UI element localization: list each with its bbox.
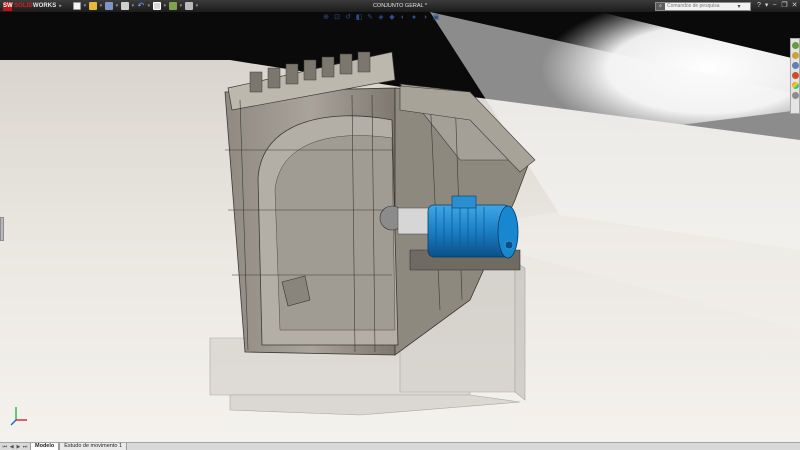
search-results-icon[interactable] (791, 72, 799, 79)
dynamic-annotation-icon[interactable]: ✎ (366, 14, 374, 22)
graphics-area[interactable]: ⊕ ⊡ ↺ ◧ ✎ ◈ ◆ ◐ ● ◑ ▣ (0, 12, 800, 442)
3d-scene (0, 12, 800, 442)
reference-triad (10, 407, 27, 426)
help-icon[interactable]: ? (757, 0, 761, 12)
quick-access-toolbar: ▾ ▾ ▾ ▾ ↶ ▾ ▾ ▾ ▾ (72, 2, 199, 10)
file-explorer-icon[interactable] (791, 62, 799, 69)
hide-show-icon[interactable]: ◐ (399, 14, 407, 22)
window-controls: − ❐ ✕ (771, 0, 798, 12)
print-dropdown-icon[interactable]: ▾ (131, 3, 135, 9)
design-library-icon[interactable] (791, 52, 799, 59)
new-document-button[interactable] (72, 2, 81, 10)
previous-view-icon[interactable]: ↺ (344, 14, 352, 22)
open-document-button[interactable] (88, 2, 97, 10)
solidworks-logo-text: SOLIDWORKS (14, 3, 57, 9)
task-pane (790, 38, 800, 114)
display-style-icon[interactable]: ◆ (388, 14, 396, 22)
next-tab-icon[interactable]: ▶ (16, 444, 22, 450)
solidworks-resources-icon[interactable] (791, 42, 799, 49)
save-dropdown-icon[interactable]: ▾ (115, 3, 119, 9)
options-button[interactable] (184, 2, 193, 10)
new-document-dropdown-icon[interactable]: ▾ (83, 3, 87, 9)
minimize-button[interactable]: − (771, 0, 778, 12)
undo-button[interactable]: ↶ (137, 2, 145, 10)
select-dropdown-icon[interactable]: ▾ (163, 3, 167, 9)
search-icon[interactable]: ⌕ (656, 2, 665, 10)
undo-dropdown-icon[interactable]: ▾ (147, 3, 151, 9)
command-search: ⌕ ▾ (655, 1, 751, 11)
options-dropdown-icon[interactable]: ▾ (195, 3, 199, 9)
select-button[interactable] (152, 2, 161, 10)
edit-appearance-icon[interactable]: ● (410, 14, 418, 22)
tab-modelo[interactable]: Modelo (30, 443, 60, 450)
open-document-dropdown-icon[interactable]: ▾ (99, 3, 103, 9)
last-tab-icon[interactable]: ⏭ (22, 444, 28, 450)
help-dropdown-icon[interactable]: ▾ (765, 0, 769, 12)
close-button[interactable]: ✕ (791, 0, 798, 12)
zoom-to-fit-icon[interactable]: ⊕ (322, 14, 330, 22)
apply-scene-icon[interactable]: ◑ (421, 14, 429, 22)
help-icons: ? ▾ (757, 0, 768, 12)
model-tab-bar: ⏮ ◀ ▶ ⏭ Modelo Estudo de movimento 1 (0, 442, 800, 450)
heads-up-view-toolbar: ⊕ ⊡ ↺ ◧ ✎ ◈ ◆ ◐ ● ◑ ▣ (322, 13, 440, 22)
save-button[interactable] (104, 2, 113, 10)
menu-arrow-icon[interactable]: ▸ (59, 3, 62, 9)
search-input[interactable] (665, 2, 735, 10)
tab-estudo-de-movimento-1[interactable]: Estudo de movimento 1 (59, 443, 128, 450)
feature-manager-handle[interactable] (0, 217, 4, 241)
appearances-scenes-icon[interactable] (791, 82, 799, 89)
solidworks-logo-icon: SW (3, 1, 13, 11)
prev-tab-icon[interactable]: ◀ (9, 444, 15, 450)
rebuild-button[interactable] (168, 2, 177, 10)
view-settings-icon[interactable]: ▣ (432, 14, 440, 22)
motor (427, 195, 519, 259)
tab-navigation: ⏮ ◀ ▶ ⏭ (0, 443, 30, 450)
first-tab-icon[interactable]: ⏮ (2, 444, 8, 450)
custom-properties-icon[interactable] (791, 92, 799, 99)
title-bar: SW SOLIDWORKS ▸ ▾ ▾ ▾ ▾ ↶ ▾ ▾ ▾ ▾ CONJUNTO GERAL… (0, 0, 800, 12)
restore-button[interactable]: ❐ (781, 0, 788, 12)
search-dropdown-icon[interactable]: ▾ (735, 3, 743, 10)
section-view-icon[interactable]: ◧ (355, 14, 363, 22)
zoom-area-icon[interactable]: ⊡ (333, 14, 341, 22)
print-button[interactable] (120, 2, 129, 10)
rebuild-dropdown-icon[interactable]: ▾ (179, 3, 183, 9)
view-orientation-icon[interactable]: ◈ (377, 14, 385, 22)
solidworks-logo[interactable]: SW SOLIDWORKS ▸ (0, 0, 65, 12)
